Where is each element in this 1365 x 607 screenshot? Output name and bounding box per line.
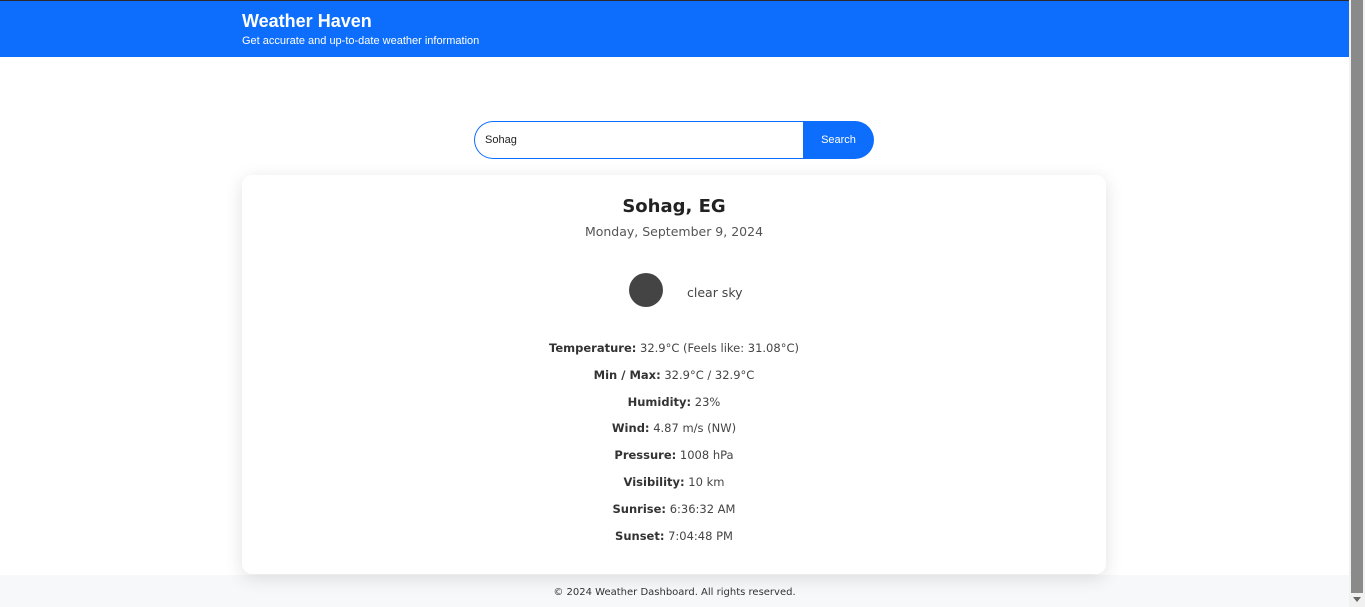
search-bar: Search [474, 121, 874, 159]
detail-pressure: Pressure: 1008 hPa [242, 448, 1106, 475]
site-title: Weather Haven [242, 11, 372, 31]
detail-value: 32.9°C / 32.9°C [664, 367, 755, 382]
vertical-scrollbar[interactable] [1349, 0, 1365, 607]
page: Weather Haven Get accurate and up-to-dat… [0, 0, 1349, 607]
detail-label: Wind: [611, 421, 650, 436]
detail-value: 6:36:32 AM [669, 501, 736, 516]
detail-value: 32.9°C (Feels like: 31.08°C) [640, 341, 799, 355]
location-title: Sohag, EG [622, 196, 726, 217]
detail-value: 7:04:48 PM [668, 528, 733, 543]
weather-description: clear sky [687, 285, 743, 300]
header-bar: Weather Haven Get accurate and up-to-dat… [0, 0, 1349, 57]
weather-icon [629, 273, 663, 307]
detail-sunset: Sunset: 7:04:48 PM [242, 529, 1106, 556]
detail-label: Sunrise: [612, 501, 667, 516]
detail-label: Sunset: [615, 528, 665, 543]
detail-label: Pressure: [614, 448, 677, 463]
scrollbar-thumb[interactable] [1351, 0, 1363, 593]
detail-value: 1008 hPa [679, 448, 734, 463]
detail-label: Humidity: [627, 394, 692, 409]
detail-value: 10 km [688, 474, 725, 489]
scroll-down-arrow-icon[interactable] [1353, 597, 1361, 602]
detail-label: Min / Max: [593, 367, 661, 382]
detail-label: Visibility: [623, 474, 685, 489]
detail-humidity: Humidity: 23% [242, 395, 1106, 422]
footer-copyright: © 2024 Weather Dashboard. All rights res… [553, 587, 796, 598]
site-subtitle: Get accurate and up-to-date weather info… [242, 35, 480, 47]
detail-value: 23% [694, 394, 721, 409]
date-label: Monday, September 9, 2024 [584, 224, 764, 239]
detail-label: Temperature: [549, 341, 637, 355]
detail-wind: Wind: 4.87 m/s (NW) [242, 421, 1106, 448]
weather-details: Temperature: 32.9°C (Feels like: 31.08°C… [242, 341, 1106, 555]
weather-card: Sohag, EG Monday, September 9, 2024 clea… [242, 175, 1106, 574]
detail-value: 4.87 m/s (NW) [653, 421, 737, 436]
search-button[interactable]: Search [803, 121, 874, 159]
detail-sunrise: Sunrise: 6:36:32 AM [242, 502, 1106, 529]
search-input[interactable] [474, 121, 803, 159]
detail-min-max: Min / Max: 32.9°C / 32.9°C [242, 368, 1106, 395]
detail-temperature: Temperature: 32.9°C (Feels like: 31.08°C… [242, 341, 1106, 368]
footer: © 2024 Weather Dashboard. All rights res… [0, 575, 1349, 607]
detail-visibility: Visibility: 10 km [242, 475, 1106, 502]
